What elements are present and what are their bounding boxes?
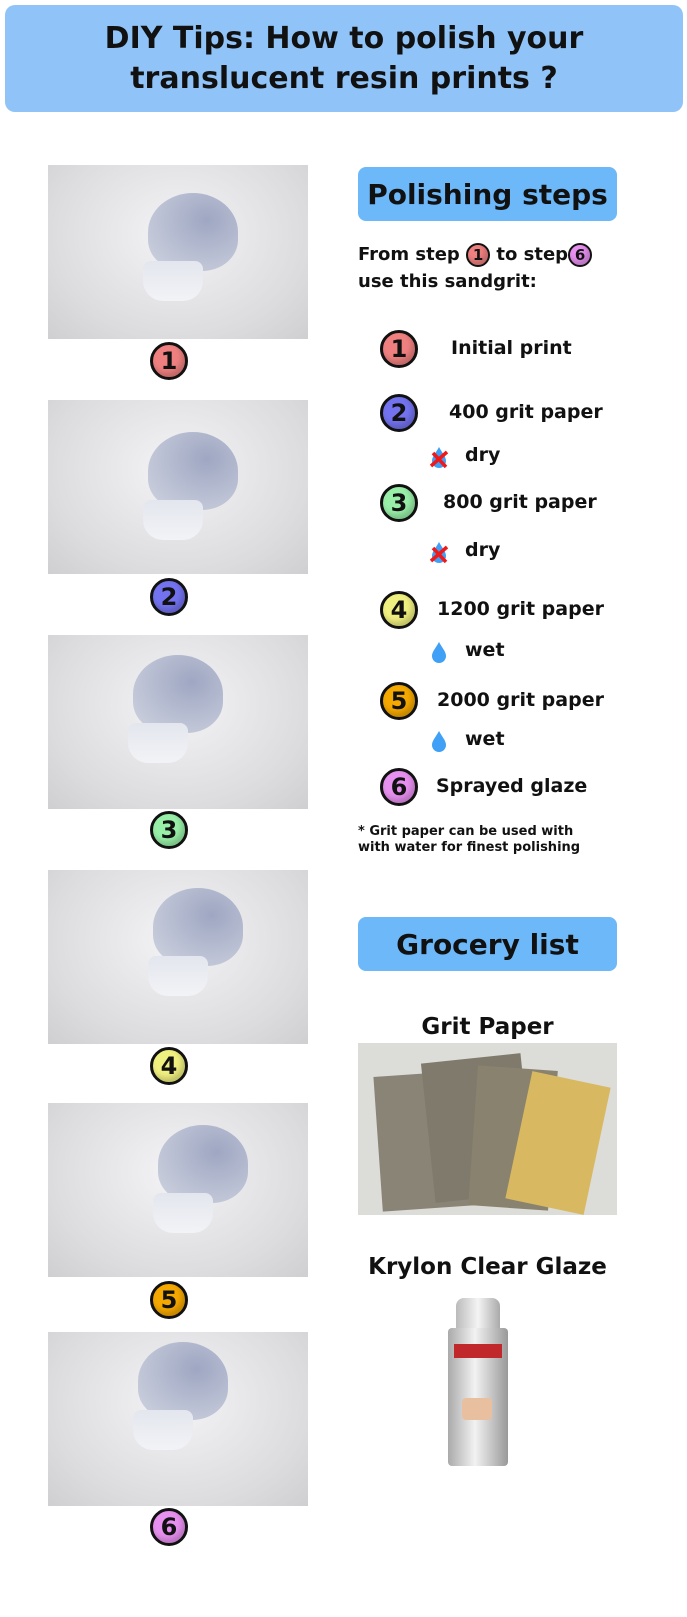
- grit-paper-label: Grit Paper: [421, 1014, 554, 1040]
- step-label: 800 grit paper: [443, 491, 597, 513]
- title-line-2: translucent resin prints ?: [130, 60, 558, 96]
- step-label: 1200 grit paper: [437, 598, 604, 620]
- grocery-list-heading: Grocery list: [358, 917, 617, 971]
- badge-step-6-inline: 6: [568, 243, 593, 267]
- badge-step-6: 6: [150, 1508, 188, 1546]
- resin-skull-jaw: [128, 723, 188, 763]
- intro-to-text: to step: [496, 244, 569, 265]
- photo-step-1: [48, 165, 308, 339]
- badge-step-5: 5: [150, 1281, 188, 1319]
- step-mode-dry: dry: [465, 444, 501, 466]
- water-drop-icon: [430, 730, 448, 756]
- intro-text-2: use this sandgrit:: [358, 271, 537, 292]
- photo-step-4: [48, 870, 308, 1044]
- resin-skull: [148, 193, 238, 271]
- krylon-glaze-label: Krylon Clear Glaze: [368, 1254, 607, 1280]
- photo-step-6: [48, 1332, 308, 1506]
- step-mode-dry: dry: [465, 539, 501, 561]
- photo-step-5: [48, 1103, 308, 1277]
- resin-skull-jaw: [143, 261, 203, 301]
- badge-step-4: 4: [150, 1047, 188, 1085]
- badge-step-4: 4: [380, 591, 418, 629]
- step-mode-wet: wet: [465, 639, 505, 661]
- step-mode-wet: wet: [465, 728, 505, 750]
- resin-skull-jaw: [133, 1410, 193, 1450]
- badge-step-1: 1: [380, 330, 418, 368]
- resin-skull: [153, 888, 243, 966]
- resin-skull-jaw: [148, 956, 208, 996]
- step-label: 400 grit paper: [449, 401, 603, 423]
- badge-step-3: 3: [380, 484, 418, 522]
- badge-step-1: 1: [150, 342, 188, 380]
- step-label: Initial print: [451, 337, 572, 359]
- no-water-drop-icon: [429, 541, 449, 567]
- badge-step-3: 3: [150, 811, 188, 849]
- title-line-1: DIY Tips: How to polish your: [104, 20, 584, 56]
- badge-step-6: 6: [380, 768, 418, 806]
- badge-step-5: 5: [380, 682, 418, 720]
- photo-step-3: [48, 635, 308, 809]
- resin-skull: [148, 432, 238, 510]
- intro-from-text: From step: [358, 244, 460, 265]
- note-line-2: with water for finest polishing: [358, 840, 581, 855]
- step-label: 2000 grit paper: [437, 689, 604, 711]
- grit-note: * Grit paper can be used with with water…: [358, 824, 580, 856]
- photo-step-2: [48, 400, 308, 574]
- krylon-logo: [454, 1344, 502, 1358]
- badge-step-1-inline: 1: [466, 243, 491, 267]
- resin-skull: [133, 655, 223, 733]
- step-label: Sprayed glaze: [436, 775, 588, 797]
- title-banner: DIY Tips: How to polish your translucent…: [5, 5, 683, 112]
- badge-step-2: 2: [380, 394, 418, 432]
- polishing-steps-heading: Polishing steps: [358, 167, 617, 221]
- no-water-drop-icon: [429, 446, 449, 472]
- resin-skull: [138, 1342, 228, 1420]
- krylon-spray-can-image: [446, 1298, 510, 1466]
- note-line-1: * Grit paper can be used with: [358, 824, 574, 839]
- intro-text: From step 1 to step 6: [358, 243, 593, 267]
- badge-step-2: 2: [150, 578, 188, 616]
- resin-skull: [158, 1125, 248, 1203]
- water-drop-icon: [430, 641, 448, 667]
- grit-paper-image: [358, 1043, 617, 1215]
- resin-skull-jaw: [153, 1193, 213, 1233]
- resin-skull-jaw: [143, 500, 203, 540]
